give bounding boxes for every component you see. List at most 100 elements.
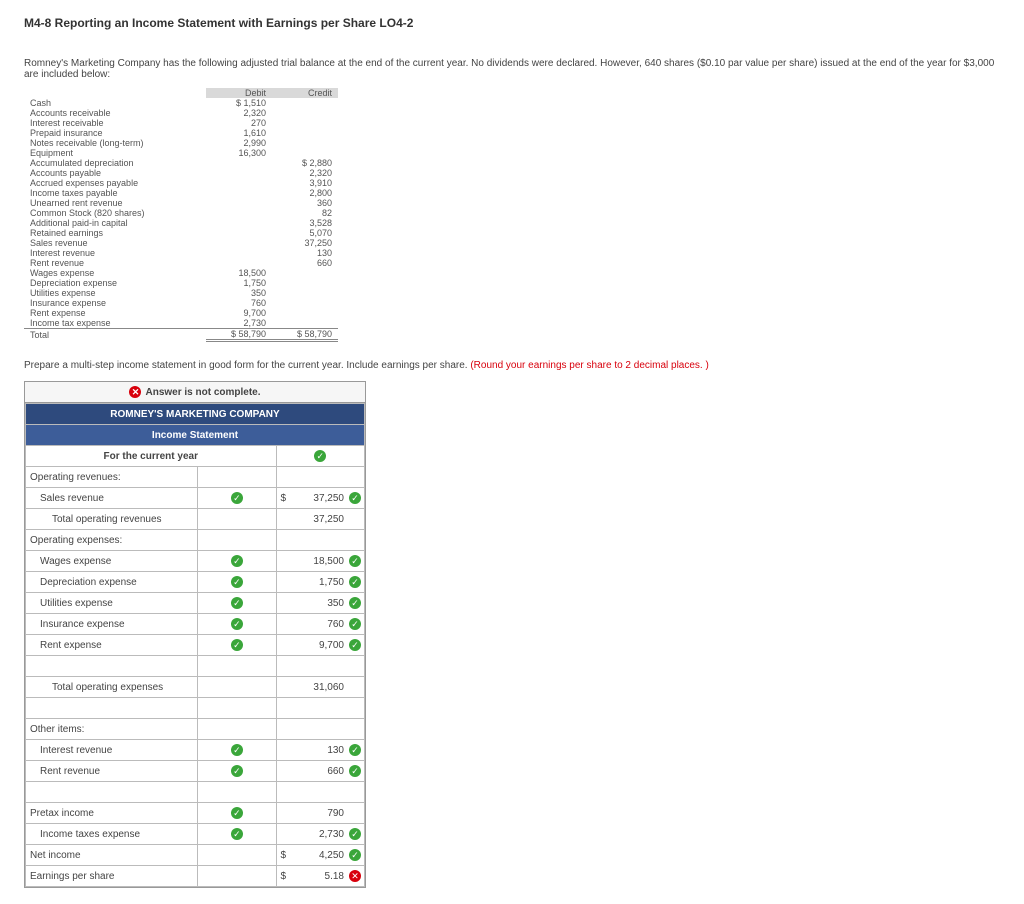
check-icon: ✓ <box>231 555 243 567</box>
check-icon: ✓ <box>231 576 243 588</box>
util-amt[interactable]: 350✓ <box>276 593 365 614</box>
tb-row-credit <box>272 108 338 118</box>
tb-row-label: Retained earnings <box>24 228 206 238</box>
check-icon: ✓ <box>231 765 243 777</box>
tb-row-credit <box>272 118 338 128</box>
rent-rev-amt[interactable]: 660✓ <box>276 761 365 782</box>
tb-row-credit <box>272 278 338 288</box>
dep-label[interactable]: Depreciation expense <box>26 572 198 593</box>
tb-row-credit: 660 <box>272 258 338 268</box>
tb-row-debit <box>206 188 272 198</box>
tb-row-credit <box>272 288 338 298</box>
tb-row-label: Income tax expense <box>24 318 206 329</box>
pretax-amt: 790 <box>276 803 365 824</box>
tb-row-debit <box>206 258 272 268</box>
ins-amt[interactable]: 760✓ <box>276 614 365 635</box>
tax-label[interactable]: Income taxes expense <box>26 824 198 845</box>
tb-row-debit: 270 <box>206 118 272 128</box>
tb-row-debit: $ 1,510 <box>206 98 272 108</box>
sales-revenue-label[interactable]: Sales revenue <box>26 488 198 509</box>
tb-row-label: Income taxes payable <box>24 188 206 198</box>
check-icon: ✓ <box>349 765 361 777</box>
tb-row-credit: 82 <box>272 208 338 218</box>
tb-row-credit <box>272 148 338 158</box>
tb-head-debit: Debit <box>206 88 272 98</box>
tb-row-label: Accumulated depreciation <box>24 158 206 168</box>
trial-balance-table: Debit Credit Cash$ 1,510Accounts receiva… <box>24 88 338 342</box>
tb-row-label: Accounts receivable <box>24 108 206 118</box>
check-icon: ✓ <box>349 492 361 504</box>
tb-row-credit: 2,320 <box>272 168 338 178</box>
tb-row-label: Prepaid insurance <box>24 128 206 138</box>
tb-row-label: Unearned rent revenue <box>24 198 206 208</box>
net-income-amt: $4,250✓ <box>276 845 365 866</box>
check-icon: ✓ <box>231 807 243 819</box>
check-icon: ✓ <box>231 492 243 504</box>
tb-row-debit: 1,610 <box>206 128 272 138</box>
check-icon: ✓ <box>231 828 243 840</box>
tb-row-credit <box>272 138 338 148</box>
tb-row-debit: 2,730 <box>206 318 272 329</box>
tb-row-label: Accounts payable <box>24 168 206 178</box>
tb-row-credit <box>272 98 338 108</box>
wages-label[interactable]: Wages expense <box>26 551 198 572</box>
pretax-label[interactable]: Pretax income <box>26 803 198 824</box>
tb-row-label: Rent revenue <box>24 258 206 268</box>
total-op-rev-label: Total operating revenues <box>26 509 198 530</box>
tb-row-debit <box>206 168 272 178</box>
tb-row-credit <box>272 268 338 278</box>
tb-row-label: Additional paid-in capital <box>24 218 206 228</box>
tb-row-credit: 3,910 <box>272 178 338 188</box>
ins-label[interactable]: Insurance expense <box>26 614 198 635</box>
tb-row-debit: 18,500 <box>206 268 272 278</box>
check-icon: ✓ <box>349 639 361 651</box>
int-rev-amt[interactable]: 130✓ <box>276 740 365 761</box>
tb-row-label: Utilities expense <box>24 288 206 298</box>
int-rev-label[interactable]: Interest revenue <box>26 740 198 761</box>
x-icon: ✕ <box>349 870 361 882</box>
tb-row-debit: 2,320 <box>206 108 272 118</box>
tb-row-credit: 130 <box>272 248 338 258</box>
op-exp-header[interactable]: Operating expenses: <box>26 530 198 551</box>
tb-row-debit: 760 <box>206 298 272 308</box>
sales-revenue-amt[interactable]: $37,250✓ <box>276 488 365 509</box>
tb-row-label: Insurance expense <box>24 298 206 308</box>
check-icon: ✓ <box>349 618 361 630</box>
instruction: Prepare a multi-step income statement in… <box>24 360 1000 371</box>
eps-label: Earnings per share <box>26 866 198 887</box>
tb-row-debit <box>206 178 272 188</box>
tb-row-label: Rent expense <box>24 308 206 318</box>
page-title: M4-8 Reporting an Income Statement with … <box>24 16 1000 30</box>
tb-row-credit: 2,800 <box>272 188 338 198</box>
answer-status: ✕Answer is not complete. <box>25 382 365 403</box>
statement-name: Income Statement <box>26 425 365 446</box>
util-label[interactable]: Utilities expense <box>26 593 198 614</box>
eps-amt[interactable]: $5.18✕ <box>276 866 365 887</box>
op-rev-header[interactable]: Operating revenues: <box>26 467 198 488</box>
tb-row-debit <box>206 238 272 248</box>
tb-row-debit <box>206 218 272 228</box>
rent-exp-amt[interactable]: 9,700✓ <box>276 635 365 656</box>
tb-row-debit: 9,700 <box>206 308 272 318</box>
other-items-header[interactable]: Other items: <box>26 719 198 740</box>
rent-exp-label[interactable]: Rent expense <box>26 635 198 656</box>
tb-row-label: Cash <box>24 98 206 108</box>
tb-row-label: Depreciation expense <box>24 278 206 288</box>
rent-rev-label[interactable]: Rent revenue <box>26 761 198 782</box>
check-icon: ✓ <box>231 597 243 609</box>
company-name: ROMNEY'S MARKETING COMPANY <box>26 404 365 425</box>
total-op-exp-amt: 31,060 <box>276 677 365 698</box>
tb-row-credit: 360 <box>272 198 338 208</box>
check-icon: ✓ <box>231 744 243 756</box>
dep-amt[interactable]: 1,750✓ <box>276 572 365 593</box>
wages-amt[interactable]: 18,500✓ <box>276 551 365 572</box>
tb-total-label: Total <box>24 329 206 341</box>
tb-row-credit: 3,528 <box>272 218 338 228</box>
tax-amt[interactable]: 2,730✓ <box>276 824 365 845</box>
answer-box: ✕Answer is not complete. ROMNEY'S MARKET… <box>24 381 366 888</box>
tb-row-debit <box>206 248 272 258</box>
check-icon: ✓ <box>349 849 361 861</box>
tb-row-credit <box>272 308 338 318</box>
tb-row-label: Sales revenue <box>24 238 206 248</box>
check-icon: ✓ <box>349 744 361 756</box>
